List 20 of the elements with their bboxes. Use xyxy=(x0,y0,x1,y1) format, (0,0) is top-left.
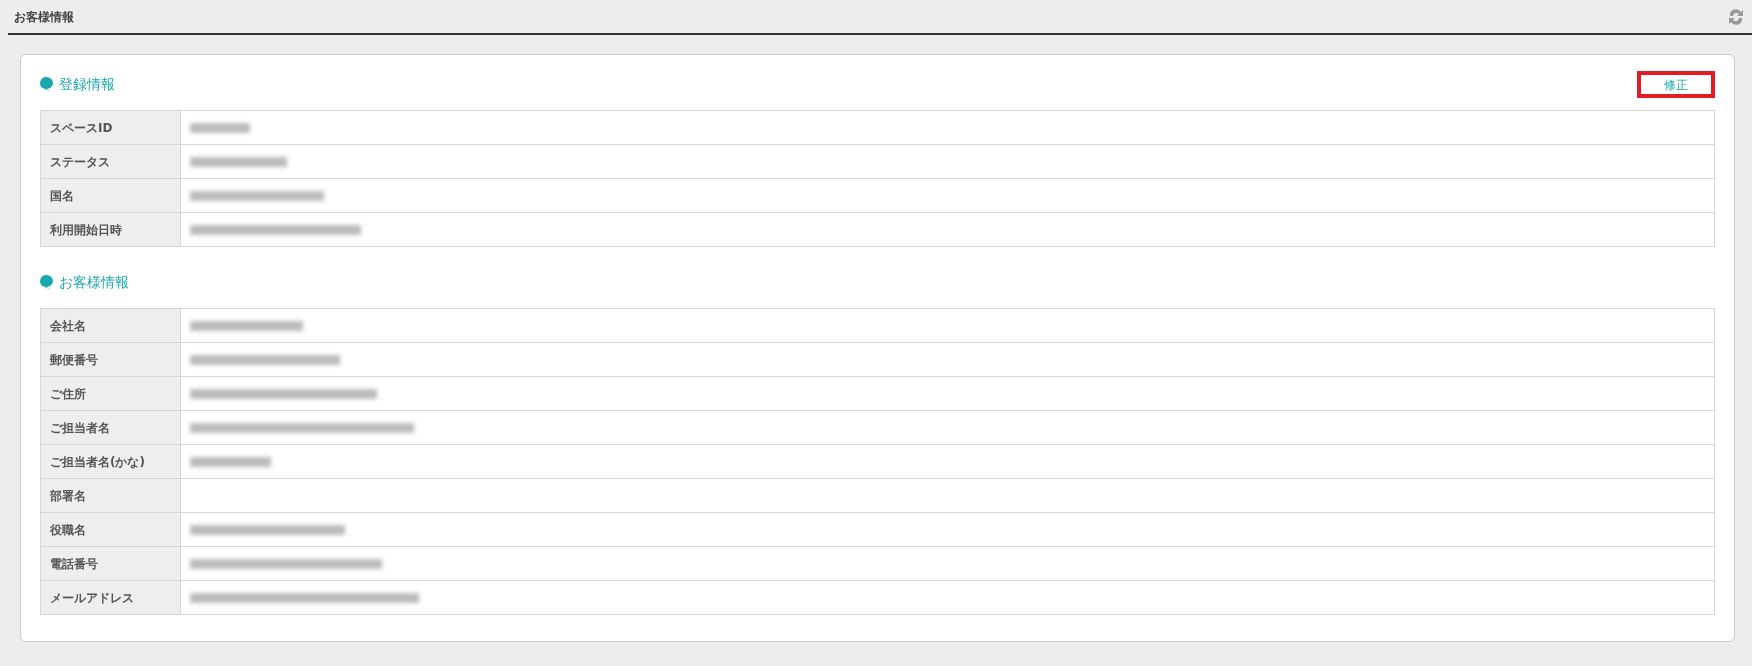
field-label: 部署名 xyxy=(50,488,86,503)
speech-bubble-icon xyxy=(40,275,53,290)
field-label: 国名 xyxy=(50,188,74,203)
field-label: 利用開始日時 xyxy=(50,222,122,237)
field-label: ご担当者名(かな) xyxy=(50,454,145,469)
page-title: お客様情報 xyxy=(13,8,74,26)
field-label: 郵便番号 xyxy=(50,352,98,367)
field-label: 電話番号 xyxy=(50,556,98,571)
field-label: 会社名 xyxy=(50,318,86,333)
speech-bubble-icon xyxy=(40,77,53,92)
blurred-value xyxy=(190,123,250,133)
field-label: ステータス xyxy=(50,154,110,169)
edit-button[interactable]: 修正 xyxy=(1637,71,1715,98)
field-label: ご担当者名 xyxy=(50,420,110,435)
field-label: 役職名 xyxy=(50,522,86,537)
field-label: スペースID xyxy=(50,120,113,135)
section-title: お客様情報 xyxy=(59,273,129,292)
field-label: メールアドレス xyxy=(50,590,134,605)
field-label: ご住所 xyxy=(50,386,86,401)
section-title: 登録情報 xyxy=(59,75,115,94)
